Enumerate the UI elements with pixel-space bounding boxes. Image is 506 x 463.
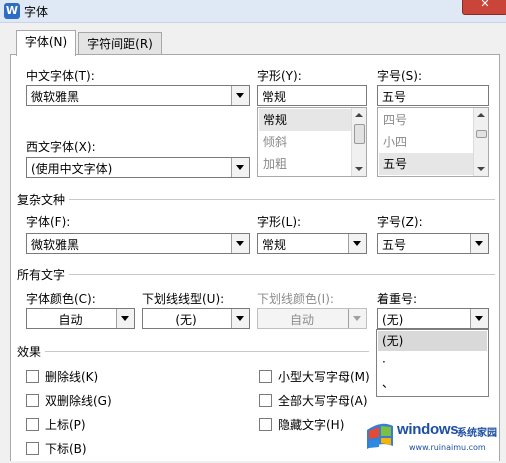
checkbox-box[interactable] bbox=[26, 394, 39, 407]
watermark-brand: windows bbox=[397, 421, 459, 438]
font-style-list[interactable]: 常规 倾斜 加粗 bbox=[257, 107, 367, 177]
complex-size-select[interactable]: 五号 bbox=[377, 233, 489, 254]
underline-color-label: 下划线颜色(I): bbox=[257, 292, 334, 306]
complex-size-value: 五号 bbox=[382, 238, 407, 252]
scroll-down-icon[interactable] bbox=[477, 167, 485, 171]
section-heading: 效果 bbox=[17, 343, 46, 360]
font-style-input[interactable]: 常规 bbox=[257, 85, 367, 106]
close-button[interactable]: ✕ bbox=[462, 0, 506, 15]
checkbox-label: 下标(B) bbox=[45, 442, 87, 456]
window-title: 字体 bbox=[24, 5, 49, 19]
chinese-font-select[interactable]: 微软雅黑 bbox=[26, 85, 250, 106]
chevron-down-icon[interactable] bbox=[348, 234, 366, 253]
emphasis-mark-label: 着重号: bbox=[377, 292, 418, 306]
font-style-label: 字形(Y): bbox=[257, 69, 302, 83]
underline-style-value: (无) bbox=[175, 313, 197, 327]
scroll-thumb[interactable] bbox=[476, 130, 487, 138]
checkbox-label: 双删除线(G) bbox=[45, 394, 112, 408]
checkbox-label: 小型大写字母(M) bbox=[278, 370, 370, 384]
checkbox-box[interactable] bbox=[26, 442, 39, 455]
emphasis-mark-dropdown[interactable]: (无) · 、 bbox=[376, 329, 489, 397]
complex-style-label: 字形(L): bbox=[257, 215, 302, 229]
checkbox-box[interactable] bbox=[26, 418, 39, 431]
checkbox-box[interactable] bbox=[26, 370, 39, 383]
complex-script-section: 复杂文种 bbox=[17, 191, 495, 208]
chevron-down-icon bbox=[348, 309, 366, 328]
all-text-section: 所有文字 bbox=[17, 266, 495, 283]
chevron-down-icon[interactable] bbox=[231, 86, 249, 105]
underline-style-select[interactable]: (无) bbox=[142, 308, 250, 329]
chevron-down-icon[interactable] bbox=[116, 309, 134, 328]
font-size-scrollbar[interactable] bbox=[473, 108, 488, 176]
western-font-select[interactable]: (使用中文字体) bbox=[26, 157, 250, 178]
scroll-up-icon[interactable] bbox=[477, 113, 485, 117]
underline-color-select: 自动 bbox=[257, 308, 367, 329]
underline-color-value: 自动 bbox=[289, 313, 314, 327]
font-color-value: 自动 bbox=[58, 313, 83, 327]
checkbox-label: 隐藏文字(H) bbox=[278, 418, 345, 432]
dropdown-option[interactable]: (无) bbox=[378, 331, 487, 351]
section-heading: 复杂文种 bbox=[17, 191, 70, 208]
complex-style-value: 常规 bbox=[262, 238, 287, 252]
list-item[interactable]: 常规 bbox=[259, 109, 352, 131]
title-bar bbox=[0, 0, 506, 23]
effects-section: 效果 bbox=[17, 343, 369, 360]
scroll-thumb[interactable] bbox=[354, 124, 365, 144]
dropdown-option[interactable]: 、 bbox=[378, 373, 487, 393]
font-color-label: 字体颜色(C): bbox=[26, 292, 96, 306]
scroll-down-icon[interactable] bbox=[355, 167, 363, 171]
font-size-list[interactable]: 四号 小四 五号 bbox=[377, 107, 489, 177]
dropdown-option[interactable]: · bbox=[378, 352, 487, 372]
section-heading: 所有文字 bbox=[17, 266, 70, 283]
complex-size-label: 字号(Z): bbox=[377, 215, 423, 229]
chevron-down-icon[interactable] bbox=[470, 309, 488, 328]
chevron-down-icon[interactable] bbox=[231, 158, 249, 177]
divider bbox=[17, 274, 495, 275]
font-style-scrollbar[interactable] bbox=[351, 108, 366, 176]
chevron-down-icon[interactable] bbox=[231, 234, 249, 253]
watermark-suffix: 系统家园 bbox=[457, 428, 497, 439]
chevron-down-icon[interactable] bbox=[470, 234, 488, 253]
checkbox-label: 删除线(K) bbox=[45, 370, 99, 384]
list-item[interactable]: 小四 bbox=[379, 131, 474, 153]
watermark-url: www.ruinaimu.com bbox=[409, 443, 486, 452]
list-item[interactable]: 加粗 bbox=[259, 153, 352, 175]
font-style-value: 常规 bbox=[262, 90, 287, 104]
divider bbox=[17, 199, 495, 200]
list-item[interactable]: 倾斜 bbox=[259, 131, 352, 153]
underline-style-label: 下划线线型(U): bbox=[142, 292, 225, 306]
western-font-value: (使用中文字体) bbox=[31, 162, 113, 176]
font-tab-panel: 中文字体(T): 微软雅黑 字形(Y): 常规 常规 倾斜 加粗 字号(S): … bbox=[10, 54, 500, 461]
font-size-input[interactable]: 五号 bbox=[377, 85, 489, 106]
checkbox-box[interactable] bbox=[259, 370, 272, 383]
complex-font-value: 微软雅黑 bbox=[31, 238, 80, 252]
font-color-select[interactable]: 自动 bbox=[26, 308, 135, 329]
emphasis-mark-select[interactable]: (无) bbox=[377, 308, 489, 329]
checkbox-box[interactable] bbox=[259, 394, 272, 407]
close-icon: ✕ bbox=[480, 0, 490, 10]
font-size-value: 五号 bbox=[382, 90, 407, 104]
tab-font[interactable]: 字体(N) bbox=[16, 30, 76, 56]
western-font-label: 西文字体(X): bbox=[26, 140, 96, 154]
complex-font-select[interactable]: 微软雅黑 bbox=[26, 233, 250, 254]
font-size-label: 字号(S): bbox=[377, 69, 423, 83]
checkbox-label: 上标(P) bbox=[45, 418, 86, 432]
list-item[interactable]: 四号 bbox=[379, 109, 474, 131]
checkbox-box[interactable] bbox=[259, 418, 272, 431]
wps-app-icon: W bbox=[4, 3, 20, 19]
checkbox-label: 全部大写字母(A) bbox=[278, 394, 368, 408]
chinese-font-value: 微软雅黑 bbox=[31, 90, 80, 104]
windows-watermark: windows 系统家园 www.ruinaimu.com bbox=[363, 416, 506, 460]
chinese-font-label: 中文字体(T): bbox=[26, 69, 95, 83]
list-item[interactable]: 五号 bbox=[379, 153, 474, 175]
tab-strip: 字体(N) 字符间距(R) bbox=[16, 30, 498, 56]
complex-style-select[interactable]: 常规 bbox=[257, 233, 367, 254]
divider bbox=[17, 351, 369, 352]
scroll-up-icon[interactable] bbox=[355, 113, 363, 117]
emphasis-mark-value: (无) bbox=[382, 313, 404, 327]
complex-font-label: 字体(F): bbox=[26, 215, 71, 229]
tab-character-spacing[interactable]: 字符间距(R) bbox=[78, 32, 162, 55]
chevron-down-icon[interactable] bbox=[231, 309, 249, 328]
